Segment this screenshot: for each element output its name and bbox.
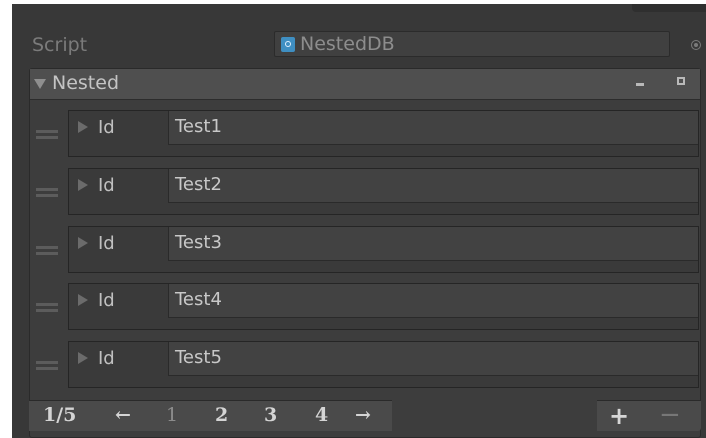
id-field[interactable]: Test1: [168, 111, 698, 145]
next-page-button[interactable]: →: [355, 404, 371, 426]
id-label: Id: [98, 290, 115, 311]
script-label: Script: [32, 34, 88, 56]
id-value: Test4: [175, 289, 222, 310]
list-item: Id Test2: [30, 165, 700, 217]
id-field[interactable]: Test4: [168, 284, 698, 318]
element-box: Id Test4: [68, 283, 699, 330]
element-box: Id Test2: [68, 168, 699, 215]
id-value: Test2: [175, 174, 222, 195]
id-value: Test5: [175, 347, 222, 368]
script-file-icon: [281, 37, 295, 52]
id-value: Test3: [175, 232, 222, 253]
foldout-collapsed-icon[interactable]: [78, 352, 88, 364]
page-2-button[interactable]: 2: [215, 404, 228, 426]
drag-handle-icon[interactable]: [36, 130, 58, 140]
id-label: Id: [98, 117, 115, 138]
id-field[interactable]: Test5: [168, 342, 698, 376]
list-item: Id Test3: [30, 223, 700, 275]
script-field[interactable]: NestedDB: [274, 31, 670, 57]
id-label: Id: [98, 175, 115, 196]
drag-handle-icon[interactable]: [36, 188, 58, 198]
nested-header[interactable]: Nested: [30, 69, 700, 100]
top-strip: [632, 4, 706, 12]
collapse-all-button[interactable]: [636, 83, 644, 86]
expand-all-button[interactable]: [677, 77, 685, 85]
list-item: Id Test1: [30, 107, 700, 159]
element-box: Id Test5: [68, 341, 699, 388]
foldout-collapsed-icon[interactable]: [78, 237, 88, 249]
add-button[interactable]: +: [609, 402, 629, 430]
prev-page-button[interactable]: ←: [115, 404, 131, 426]
page-3-button[interactable]: 3: [264, 404, 277, 426]
id-value: Test1: [175, 116, 222, 137]
object-picker-icon[interactable]: [691, 40, 701, 50]
drag-handle-icon[interactable]: [36, 303, 58, 313]
remove-button[interactable]: −: [659, 400, 681, 430]
page-4-button[interactable]: 4: [315, 404, 328, 426]
list-item: Id Test4: [30, 280, 700, 332]
id-field[interactable]: Test3: [168, 227, 698, 261]
id-field[interactable]: Test2: [168, 169, 698, 203]
list-item: Id Test5: [30, 338, 700, 390]
foldout-expanded-icon[interactable]: [34, 79, 46, 89]
page-1-button[interactable]: 1: [166, 404, 178, 426]
page-indicator: 1/5: [43, 404, 77, 426]
id-label: Id: [98, 348, 115, 369]
foldout-collapsed-icon[interactable]: [78, 294, 88, 306]
id-label: Id: [98, 233, 115, 254]
element-box: Id Test3: [68, 226, 699, 273]
nested-list: Nested Id Test1 Id Test2 Id Test3 Id Tes…: [29, 68, 701, 438]
element-box: Id Test1: [68, 110, 699, 157]
script-value: NestedDB: [300, 33, 395, 55]
inspector-panel: Script NestedDB Nested Id Test1 Id Test2…: [12, 4, 706, 438]
foldout-collapsed-icon[interactable]: [78, 121, 88, 133]
pager-bar: 1/5 ← 1 2 3 4 →: [29, 400, 392, 431]
drag-handle-icon[interactable]: [36, 246, 58, 256]
drag-handle-icon[interactable]: [36, 361, 58, 371]
nested-title: Nested: [52, 72, 120, 94]
add-remove-bar: + −: [597, 400, 701, 431]
foldout-collapsed-icon[interactable]: [78, 179, 88, 191]
